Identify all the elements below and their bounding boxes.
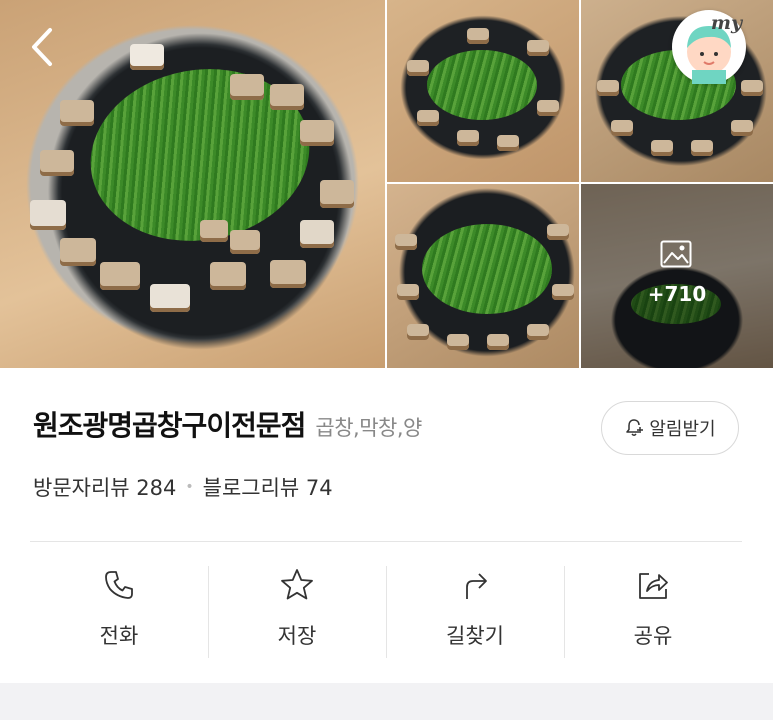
- blog-reviews-link[interactable]: 블로그리뷰 74: [203, 472, 333, 502]
- directions-button[interactable]: 길찾기: [386, 563, 564, 659]
- food-image: [60, 100, 94, 126]
- food-image: [611, 120, 633, 136]
- photo-4[interactable]: [387, 184, 579, 368]
- phone-icon: [105, 571, 133, 599]
- place-title-row: 원조광명곱창구이전문점 곱창,막창,양: [33, 404, 422, 452]
- bell-plus-icon: [626, 419, 644, 436]
- image-icon: [660, 240, 692, 268]
- food-image: [731, 120, 753, 136]
- save-button[interactable]: 저장: [208, 563, 386, 659]
- food-image: [230, 230, 260, 254]
- notify-button[interactable]: 알림받기: [601, 401, 739, 455]
- food-image: [270, 260, 306, 288]
- star-icon: [281, 569, 313, 600]
- food-image: [300, 220, 334, 248]
- food-image: [407, 324, 429, 340]
- visitor-reviews-link[interactable]: 방문자리뷰 284: [33, 472, 176, 502]
- food-image: [457, 130, 479, 146]
- notify-label: 알림받기: [649, 419, 716, 440]
- food-image: [467, 28, 489, 44]
- share-icon: [639, 573, 668, 599]
- food-image: [422, 224, 552, 314]
- food-image: [100, 262, 140, 290]
- directions-icon: [466, 573, 487, 599]
- place-name: 원조광명곱창구이전문점: [33, 409, 306, 442]
- back-button[interactable]: [26, 26, 58, 68]
- save-label: 저장: [277, 624, 317, 648]
- food-image: [30, 200, 66, 230]
- food-image: [552, 284, 574, 300]
- food-image: [60, 238, 96, 266]
- food-image: [527, 40, 549, 56]
- food-image: [200, 220, 228, 242]
- food-image: [230, 74, 264, 100]
- review-summary: 방문자리뷰 284 • 블로그리뷰 74: [33, 472, 333, 502]
- food-image: [691, 140, 713, 156]
- call-button[interactable]: 전화: [30, 563, 208, 659]
- photo-5-more[interactable]: +710: [581, 184, 773, 368]
- separator-dot: •: [185, 479, 194, 495]
- divider: [30, 541, 742, 542]
- my-profile-button[interactable]: my: [672, 10, 746, 84]
- food-image: [395, 234, 417, 250]
- food-image: [210, 262, 246, 290]
- food-image: [407, 60, 429, 76]
- food-image: [320, 180, 354, 208]
- food-image: [150, 284, 190, 312]
- food-image: [417, 110, 439, 126]
- more-photos-count: +710: [647, 282, 707, 306]
- food-image: [130, 44, 164, 70]
- place-category: 곱창,막창,양: [315, 416, 422, 440]
- food-image: [270, 84, 304, 110]
- food-image: [300, 120, 334, 146]
- action-bar: 전화 저장 길찾기 공유: [30, 563, 742, 659]
- food-image: [40, 150, 74, 176]
- food-image: [447, 334, 469, 350]
- food-image: [527, 324, 549, 340]
- directions-label: 길찾기: [446, 624, 504, 648]
- share-label: 공유: [633, 624, 673, 648]
- food-image: [497, 135, 519, 151]
- food-image: [651, 140, 673, 156]
- food-image: [537, 100, 559, 116]
- food-image: [397, 284, 419, 300]
- food-image: [427, 50, 537, 120]
- my-label: my: [710, 12, 742, 34]
- section-separator-band: [0, 683, 773, 720]
- photo-2[interactable]: [387, 0, 579, 182]
- share-button[interactable]: 공유: [564, 563, 742, 659]
- food-image: [597, 80, 619, 96]
- food-image: [487, 334, 509, 350]
- food-image: [547, 224, 569, 240]
- photo-overlay: [581, 184, 773, 368]
- call-label: 전화: [99, 624, 139, 648]
- photo-gallery: +710: [0, 0, 773, 368]
